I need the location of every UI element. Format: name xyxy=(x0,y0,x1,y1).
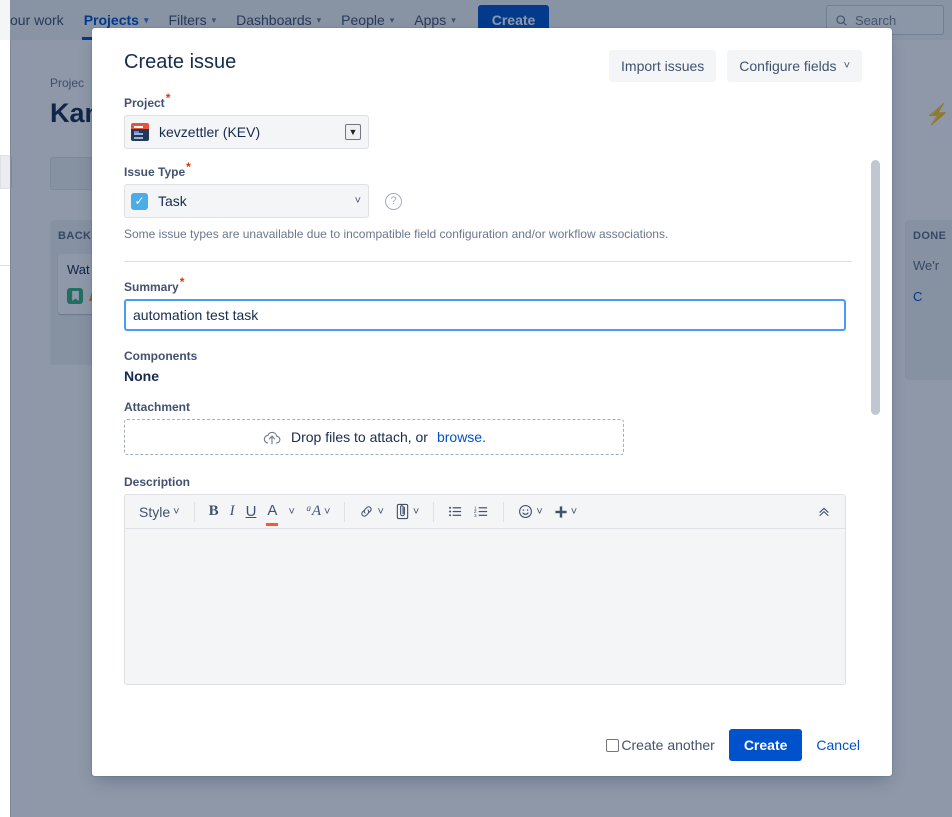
attachment-dropzone[interactable]: Drop files to attach, or browse. xyxy=(124,419,624,455)
cancel-button[interactable]: Cancel xyxy=(816,737,860,753)
toolbar-separator xyxy=(433,502,434,522)
create-issue-dialog: Create issue Import issues Configure fie… xyxy=(92,28,892,776)
paperclip-icon xyxy=(395,503,410,520)
create-submit-label: Create xyxy=(744,737,788,753)
insert-more-button[interactable]: ˅ xyxy=(550,499,581,525)
screen-root: our work Projects ▾ Filters ▾ Dashboards… xyxy=(0,0,952,817)
summary-label: Summary* xyxy=(124,280,852,294)
dialog-body: Project* kevzettler (KEV) ▼ Issue Type* xyxy=(92,90,892,714)
style-dropdown-label: Style xyxy=(139,504,170,520)
project-select[interactable]: kevzettler (KEV) ▼ xyxy=(124,115,369,149)
dialog-header: Create issue Import issues Configure fie… xyxy=(92,28,892,90)
bullet-list-button[interactable] xyxy=(444,499,467,525)
configure-fields-button[interactable]: Configure fields ˅ xyxy=(727,50,862,82)
task-checkbox-icon: ✓ xyxy=(131,193,148,210)
chevron-down-icon: ˅ xyxy=(571,506,577,518)
chevron-double-up-icon xyxy=(817,505,831,519)
summary-label-text: Summary xyxy=(124,280,179,294)
field-attachment: Attachment Drop files to attach, or brow… xyxy=(124,400,852,455)
chevron-down-icon: ˅ xyxy=(536,506,542,518)
dialog-form: Project* kevzettler (KEV) ▼ Issue Type* xyxy=(92,96,892,714)
numbered-list-icon: 1 2 3 xyxy=(474,504,489,519)
create-another-checkbox[interactable] xyxy=(606,739,619,752)
create-submit-button[interactable]: Create xyxy=(729,729,803,761)
import-issues-label: Import issues xyxy=(621,58,704,74)
dialog-footer: Create another Create Cancel xyxy=(92,714,892,776)
style-dropdown[interactable]: Style ˅ xyxy=(135,499,184,525)
chevron-down-icon: ˅ xyxy=(413,506,419,518)
field-components: Components None xyxy=(124,349,852,384)
link-button[interactable]: ˅ xyxy=(355,499,387,525)
issue-type-hint: Some issue types are unavailable due to … xyxy=(124,227,852,241)
modal-scrollbar-thumb[interactable] xyxy=(871,160,880,415)
project-selected-value: kevzettler (KEV) xyxy=(159,124,260,140)
cloud-upload-icon xyxy=(262,429,282,446)
project-dropdown-arrow[interactable]: ▼ xyxy=(345,124,361,140)
sidebar-section-divider xyxy=(0,265,10,266)
collapse-toolbar-button[interactable] xyxy=(813,499,835,525)
toolbar-separator xyxy=(344,502,345,522)
attachment-label: Attachment xyxy=(124,400,852,414)
bullet-list-icon xyxy=(448,504,463,519)
emoji-button[interactable]: ˅ xyxy=(514,499,546,525)
dropzone-text: Drop files to attach, or xyxy=(291,429,428,445)
project-avatar-icon xyxy=(131,123,149,141)
dialog-title: Create issue xyxy=(124,50,236,74)
issue-type-selected-value: Task xyxy=(158,193,187,209)
required-asterisk: * xyxy=(166,91,171,105)
text-color-button[interactable]: A xyxy=(263,499,281,525)
chevron-down-icon: ˅ xyxy=(844,60,850,72)
required-asterisk: * xyxy=(186,160,191,174)
dialog-header-actions: Import issues Configure fields ˅ xyxy=(609,50,862,82)
field-issue-type: Issue Type* ✓ Task ˅ ? Some issue types … xyxy=(124,165,852,241)
emoji-icon xyxy=(518,504,533,519)
field-summary: Summary* xyxy=(124,280,852,331)
chevron-down-icon[interactable]: ˅ xyxy=(355,195,361,207)
description-textarea[interactable] xyxy=(125,529,845,684)
issue-type-row: ✓ Task ˅ ? xyxy=(124,184,852,218)
components-value: None xyxy=(124,368,852,384)
description-editor: Style ˅ B I U A ˅ ᵃA xyxy=(124,494,846,685)
toolbar-separator xyxy=(194,502,195,522)
issue-type-label: Issue Type* xyxy=(124,165,852,179)
description-label: Description xyxy=(124,475,852,489)
project-label: Project* xyxy=(124,96,852,110)
numbered-list-button[interactable]: 1 2 3 xyxy=(470,499,493,525)
text-style-button[interactable]: ᵃA ˅ xyxy=(302,499,335,525)
configure-fields-label: Configure fields xyxy=(739,58,836,74)
plus-icon xyxy=(554,505,568,519)
required-asterisk: * xyxy=(180,275,185,289)
summary-input[interactable] xyxy=(124,299,846,331)
browse-link[interactable]: browse. xyxy=(437,429,486,445)
project-label-text: Project xyxy=(124,96,165,110)
text-style-glyph: ᵃA xyxy=(306,503,321,520)
create-another-checkbox-wrap[interactable]: Create another xyxy=(606,737,714,753)
chevron-down-icon: ˅ xyxy=(377,506,383,518)
chevron-down-icon: ˅ xyxy=(288,506,294,518)
link-icon xyxy=(359,504,374,519)
components-label: Components xyxy=(124,349,852,363)
field-project: Project* kevzettler (KEV) ▼ xyxy=(124,96,852,149)
check-glyph: ✓ xyxy=(134,195,144,207)
italic-button[interactable]: I xyxy=(226,499,239,525)
svg-text:3: 3 xyxy=(474,513,477,518)
chevron-down-icon: ˅ xyxy=(324,506,330,518)
editor-toolbar: Style ˅ B I U A ˅ ᵃA xyxy=(125,495,845,529)
chevron-down-icon: ▼ xyxy=(345,124,361,140)
text-color-dropdown[interactable]: ˅ xyxy=(284,499,298,525)
field-description: Description Style ˅ B I U A xyxy=(124,475,852,685)
modal-scrollbar[interactable] xyxy=(871,160,880,530)
issue-type-select[interactable]: ✓ Task ˅ xyxy=(124,184,369,218)
underline-button[interactable]: U xyxy=(242,499,261,525)
import-issues-button[interactable]: Import issues xyxy=(609,50,716,82)
toolbar-separator xyxy=(503,502,504,522)
issue-type-label-text: Issue Type xyxy=(124,165,185,179)
chevron-down-icon: ˅ xyxy=(173,506,179,518)
attach-button[interactable]: ˅ xyxy=(391,499,423,525)
question-mark-icon[interactable]: ? xyxy=(385,193,402,210)
bold-button[interactable]: B xyxy=(205,499,223,525)
create-another-label: Create another xyxy=(621,737,714,753)
form-divider xyxy=(124,261,852,262)
